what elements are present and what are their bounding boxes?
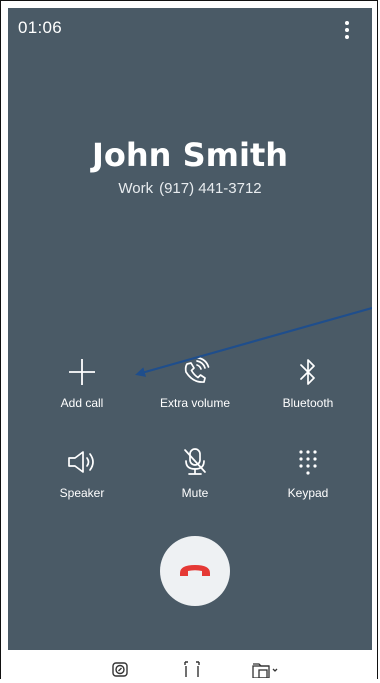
bluetooth-icon [258,354,358,390]
phone-number: (917) 441-3712 [159,180,262,197]
extra-volume-button[interactable]: Extra volume [145,354,245,424]
extra-volume-icon [145,354,245,390]
caller-detail: Work (917) 441-3712 [8,180,372,197]
plus-icon [32,354,132,390]
extra-volume-label: Extra volume [159,396,231,410]
end-call-button[interactable] [160,536,230,606]
speaker-icon [32,444,132,480]
add-call-label: Add call [60,396,104,410]
screenshot-icon[interactable] [111,660,129,683]
speaker-label: Speaker [59,486,105,500]
mute-button[interactable]: Mute [145,444,245,514]
bottom-nav-bar [1,651,377,679]
speaker-button[interactable]: Speaker [32,444,132,514]
keypad-button[interactable]: Keypad [258,444,358,514]
crop-icon[interactable] [182,660,202,683]
call-screen: 01:06 John Smith Work (917) 441-3712 Add … [8,8,372,650]
add-call-button[interactable]: Add call [32,354,132,424]
number-label: Work [118,180,154,197]
mute-label: Mute [181,486,209,500]
keypad-icon [258,444,358,480]
more-options-icon[interactable] [338,16,356,44]
call-timer: 01:06 [18,18,63,37]
caller-name: John Smith [91,136,289,174]
mute-mic-icon [145,444,245,480]
window-options-icon[interactable] [251,660,281,683]
keypad-label: Keypad [287,486,329,500]
bluetooth-button[interactable]: Bluetooth [258,354,358,424]
end-call-icon [180,565,210,576]
bluetooth-label: Bluetooth [282,396,334,410]
